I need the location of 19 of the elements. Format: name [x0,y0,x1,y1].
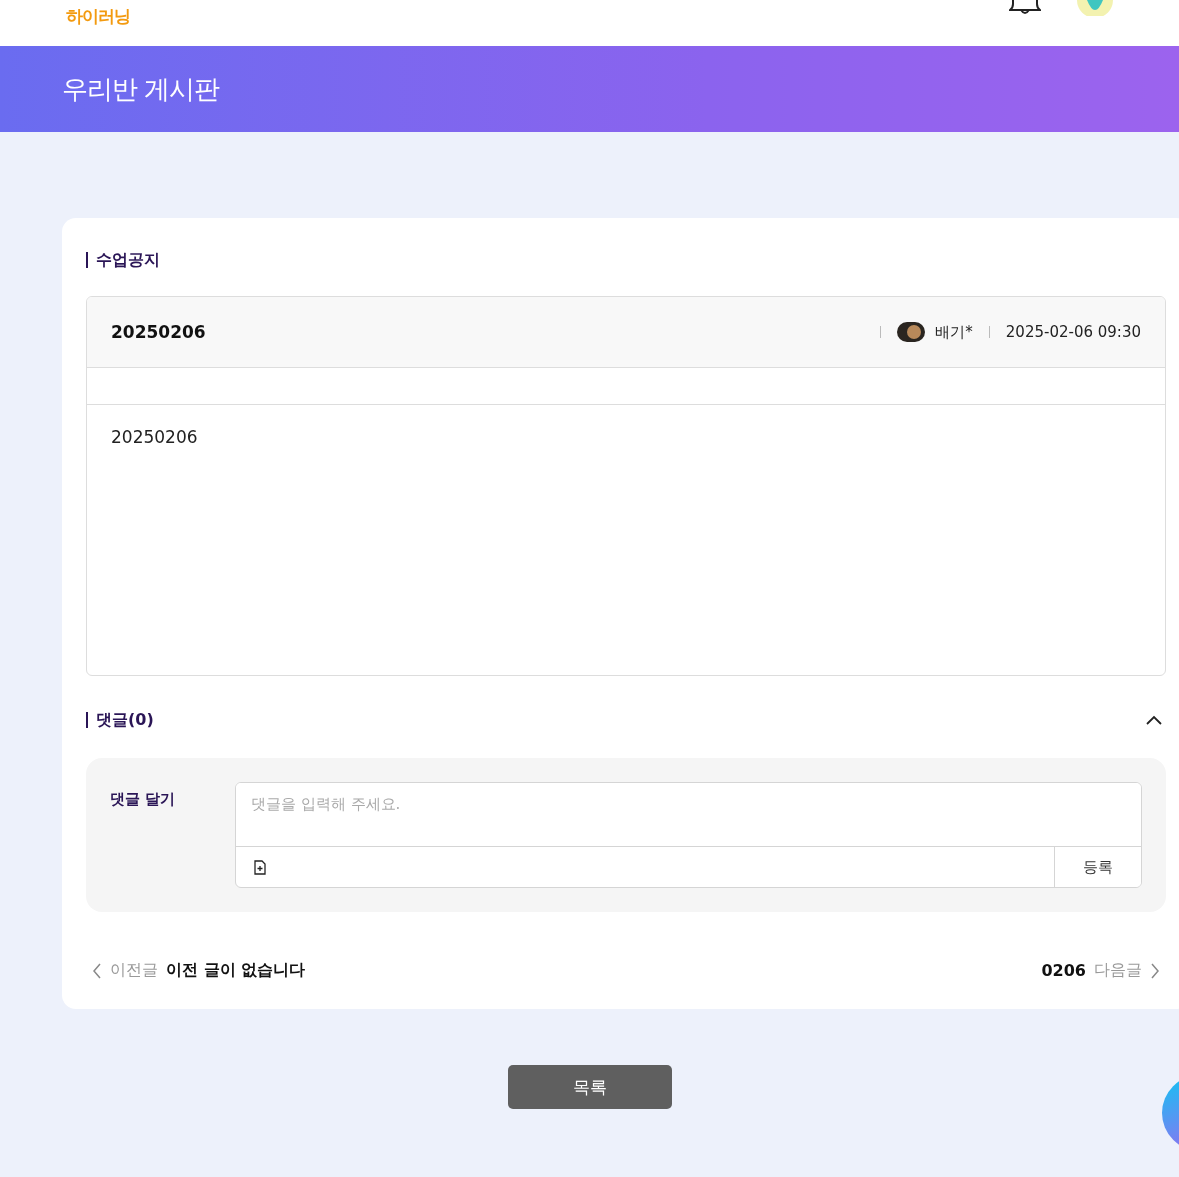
attach-file-icon[interactable] [252,857,268,877]
post-body: 20250206 [111,427,198,447]
page-title: 우리반 게시판 [62,72,220,106]
comments-title: 댓글(0) [96,709,154,731]
list-button[interactable]: 목록 [507,1065,672,1109]
section-title: 수업공지 [96,249,160,271]
form-label: 댓글 달기 [110,789,177,810]
comment-input[interactable]: 댓글을 입력해 주세요. [236,783,1141,847]
next-post-link[interactable]: 0206 다음글 [1041,960,1160,981]
author-name: 배기* [935,322,973,342]
chevron-left-icon [92,962,102,979]
submit-button[interactable]: 등록 [1054,847,1141,887]
post-title: 20250206 [111,322,206,342]
post-date: 2025-02-06 09:30 [1005,323,1141,341]
previous-post-link[interactable]: 이전글 이전 글이 없습니다 [92,960,306,981]
bell-icon[interactable] [1009,0,1041,14]
comment-field[interactable]: 댓글을 입력해 주세요. 등록 [235,782,1142,888]
author-avatar-icon [897,322,926,342]
chevron-right-icon [1150,962,1160,979]
